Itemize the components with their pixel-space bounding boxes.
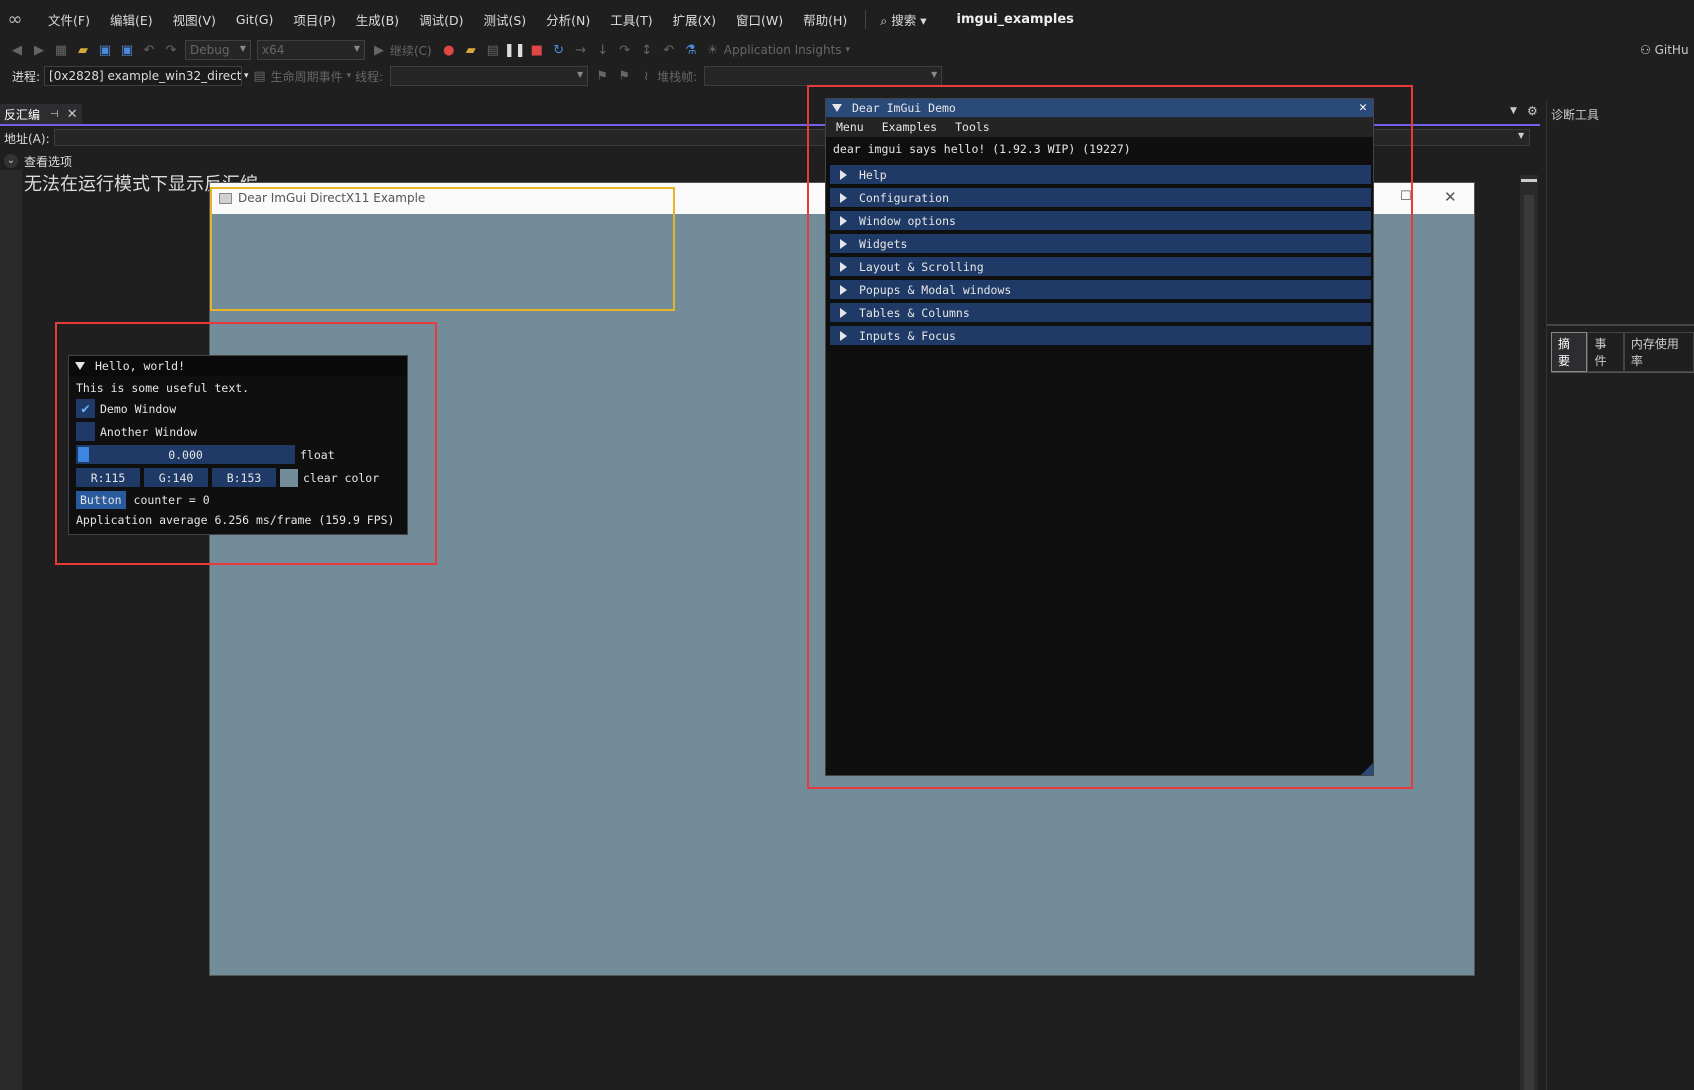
- menu-view[interactable]: 视图(V): [163, 10, 226, 29]
- app-insights-button[interactable]: Application Insights: [724, 43, 842, 57]
- diagnostics-tabs: 摘要 事件 内存使用率: [1551, 332, 1694, 373]
- forward-icon[interactable]: ▶: [28, 39, 50, 61]
- visual-studio-logo-icon: ∞: [7, 9, 23, 30]
- tab-events[interactable]: 事件: [1587, 332, 1624, 372]
- continue-label[interactable]: 继续(C): [390, 42, 432, 59]
- hot-reload-icon[interactable]: ●: [438, 39, 460, 61]
- splitter[interactable]: [1547, 324, 1694, 326]
- diagnostics-icon[interactable]: ⚗: [680, 39, 702, 61]
- menu-test[interactable]: 测试(S): [473, 10, 536, 29]
- stop-icon[interactable]: ■: [526, 39, 548, 61]
- menu-build[interactable]: 生成(B): [346, 10, 409, 29]
- gear-icon[interactable]: ⚙: [1527, 104, 1538, 118]
- save-all-icon[interactable]: ▣: [116, 39, 138, 61]
- close-icon[interactable]: ✕: [1444, 188, 1457, 206]
- chevron-down-icon: ▼: [931, 70, 938, 79]
- thread-dropdown[interactable]: ▼: [390, 66, 589, 86]
- solution-title: imgui_examples: [956, 11, 1074, 27]
- github-icon: ⚇: [1640, 43, 1655, 57]
- new-project-icon[interactable]: ▦: [50, 39, 72, 61]
- tab-memory-usage[interactable]: 内存使用率: [1623, 332, 1694, 372]
- standard-toolbar: ◀ ▶ ▦ ▰ ▣ ▣ ↶ ↷ Debug ▼ x64 ▼ ▶ 继续(C) ● ▰ …: [0, 38, 1694, 62]
- step-into-icon[interactable]: ↓: [592, 39, 614, 61]
- step-back-icon[interactable]: ↕: [636, 39, 658, 61]
- step-over-icon[interactable]: →: [570, 39, 592, 61]
- scroll-top-marker: [1521, 179, 1537, 182]
- highlight-box-hello-window: [55, 322, 437, 565]
- save-icon[interactable]: ▣: [94, 39, 116, 61]
- menu-edit[interactable]: 编辑(E): [100, 10, 163, 29]
- restart-icon[interactable]: ↻: [548, 39, 570, 61]
- menu-help[interactable]: 帮助(H): [793, 10, 857, 29]
- process-label: 进程:: [12, 69, 41, 84]
- chevron-down-icon: ▼: [353, 44, 360, 53]
- search-icon: ⌕: [880, 12, 892, 28]
- scrollbar-thumb[interactable]: [1524, 195, 1534, 1090]
- tab-disassembly[interactable]: 反汇编 ⊣ ✕: [0, 104, 82, 124]
- pause-icon[interactable]: ❚❚: [504, 39, 526, 61]
- close-icon[interactable]: ✕: [67, 107, 78, 122]
- step-out-icon[interactable]: ↷: [614, 39, 636, 61]
- view-options-toggle[interactable]: ⌄ 查看选项: [0, 152, 72, 170]
- menu-file[interactable]: 文件(F): [38, 10, 100, 29]
- process-dropdown[interactable]: [0x2828] example_win32_directx11: [44, 66, 243, 86]
- menu-project[interactable]: 项目(P): [283, 10, 345, 29]
- vertical-scrollbar[interactable]: [1520, 175, 1538, 1090]
- chevron-down-icon: ▾: [346, 71, 352, 81]
- chevron-down-icon: ▼: [239, 44, 246, 53]
- flag-all-icon[interactable]: ⚑: [613, 65, 635, 87]
- layout-icon[interactable]: ▤: [482, 39, 504, 61]
- stackframe-dropdown[interactable]: ▼: [704, 66, 943, 86]
- configuration-dropdown[interactable]: Debug ▼: [185, 40, 251, 60]
- show-threads-icon[interactable]: ≀: [635, 65, 657, 87]
- menu-tools[interactable]: 工具(T): [600, 10, 662, 29]
- left-gutter: [0, 170, 22, 1090]
- menu-extensions[interactable]: 扩展(X): [663, 10, 726, 29]
- search-button[interactable]: ⌕ 搜索 ▾: [865, 9, 938, 29]
- lifecycle-events-button[interactable]: 生命周期事件: [271, 68, 343, 85]
- diagnostics-title: 诊断工具: [1551, 108, 1600, 122]
- view-options-label: 查看选项: [24, 154, 73, 169]
- open-folder-icon[interactable]: ▰: [72, 39, 94, 61]
- tab-summary[interactable]: 摘要: [1551, 332, 1588, 372]
- revert-icon[interactable]: ↶: [658, 39, 680, 61]
- platform-dropdown[interactable]: x64 ▼: [257, 40, 365, 60]
- diagnostics-panel: 诊断工具 摘要 事件 内存使用率: [1546, 100, 1694, 1090]
- search-label: 搜索: [891, 12, 917, 28]
- chevron-down-icon: ▾: [845, 45, 851, 55]
- chevron-down-icon: ⌄: [4, 154, 18, 168]
- menu-git[interactable]: Git(G): [226, 12, 284, 27]
- github-button[interactable]: ⚇ GitHu: [1640, 43, 1689, 57]
- lightbulb-icon[interactable]: ☀: [702, 39, 724, 61]
- highlight-box-yellow: [210, 187, 675, 311]
- process-value: [0x2828] example_win32_directx11: [49, 69, 242, 83]
- undo-icon[interactable]: ↶: [138, 39, 160, 61]
- highlight-box-demo-window: [807, 85, 1413, 789]
- thread-label: 线程:: [355, 69, 384, 84]
- stackframe-label: 堆栈帧:: [657, 69, 698, 84]
- pin-icon[interactable]: ⊣: [50, 109, 59, 120]
- chevron-down-icon[interactable]: ▼: [1518, 131, 1524, 140]
- redo-icon[interactable]: ↷: [160, 39, 182, 61]
- menu-bar: ∞ 文件(F) 编辑(E) 视图(V) Git(G) 项目(P) 生成(B) 调…: [0, 0, 1694, 38]
- platform-value: x64: [262, 43, 285, 57]
- menu-analyze[interactable]: 分析(N): [536, 10, 600, 29]
- browse-folder-icon[interactable]: ▰: [460, 39, 482, 61]
- menu-debug[interactable]: 调试(D): [409, 10, 473, 29]
- back-icon[interactable]: ◀: [6, 39, 28, 61]
- menu-window[interactable]: 窗口(W): [726, 10, 793, 29]
- flag-icon[interactable]: ⚑: [591, 65, 613, 87]
- lifecycle-icon: ▤: [253, 68, 266, 84]
- github-label: GitHu: [1654, 43, 1689, 57]
- address-label: 地址(A):: [4, 131, 50, 146]
- continue-icon[interactable]: ▶: [368, 39, 390, 61]
- configuration-value: Debug: [190, 43, 230, 57]
- chevron-down-icon: ▼: [577, 70, 584, 79]
- tab-disassembly-label: 反汇编: [4, 107, 41, 122]
- chevron-down-icon[interactable]: ▼: [1510, 106, 1517, 116]
